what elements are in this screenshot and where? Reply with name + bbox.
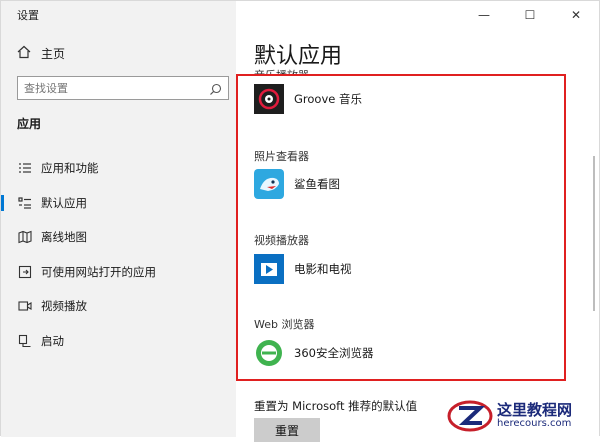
video-player-category: 视频播放器 <box>254 234 309 247</box>
sidebar-item-label: 默认应用 <box>41 195 87 210</box>
maximize-button[interactable]: ☐ <box>507 1 553 29</box>
music-player-category: 音乐播放器 <box>254 67 309 74</box>
home-label: 主页 <box>41 47 66 61</box>
apps-list-icon <box>17 160 33 176</box>
watermark-cn: 这里教程网 <box>497 400 573 419</box>
sidebar-item-video-playback[interactable]: 视频播放 <box>1 289 236 324</box>
movies-tv-icon <box>254 254 284 284</box>
shark-viewer-icon <box>254 169 284 199</box>
sidebar-item-apps-features[interactable]: 应用和功能 <box>1 151 236 186</box>
sidebar-item-default-apps[interactable]: 默认应用 <box>1 186 236 221</box>
sidebar-item-label: 离线地图 <box>41 230 87 245</box>
sidebar: 设置 主页 应用 应用和功能 <box>1 1 236 437</box>
music-default-app[interactable]: Groove 音乐 <box>254 84 362 114</box>
watermark-logo: 这里教程网 herecours.com <box>447 399 597 433</box>
groove-music-icon <box>254 84 284 114</box>
watermark-z-icon <box>447 400 493 432</box>
window-title: 设置 <box>17 9 39 22</box>
sidebar-item-open-with-website[interactable]: 可使用网站打开的应用 <box>1 255 236 290</box>
music-app-name: Groove 音乐 <box>294 92 362 106</box>
main-panel: — ☐ ✕ 默认应用 音乐播放器 Groove 音乐 照片查看器 鲨鱼看图 视频… <box>236 1 599 442</box>
watermark-en: herecours.com <box>497 417 572 429</box>
reset-button[interactable]: 重置 <box>254 418 320 442</box>
section-title: 应用 <box>17 117 42 131</box>
search-input[interactable] <box>18 78 204 99</box>
startup-icon <box>17 333 33 349</box>
sidebar-item-label: 应用和功能 <box>41 161 99 176</box>
video-default-app[interactable]: 电影和电视 <box>254 254 352 284</box>
highlight-box <box>236 74 566 381</box>
sidebar-item-label: 视频播放 <box>41 299 87 314</box>
home-link[interactable]: 主页 <box>17 45 65 62</box>
reset-description: 重置为 Microsoft 推荐的默认值 <box>254 399 418 413</box>
settings-window: 设置 主页 应用 应用和功能 <box>0 0 600 442</box>
sidebar-nav: 应用和功能 默认应用 离线地图 可使用网站打开的应用 视频播放 启动 <box>1 151 236 358</box>
open-with-site-icon <box>17 264 33 280</box>
scrollbar[interactable] <box>593 156 595 311</box>
page-title: 默认应用 <box>254 44 343 69</box>
search-icon[interactable] <box>209 81 222 100</box>
photo-app-name: 鲨鱼看图 <box>294 177 340 191</box>
video-app-name: 电影和电视 <box>294 262 352 276</box>
photo-default-app[interactable]: 鲨鱼看图 <box>254 169 340 199</box>
minimize-button[interactable]: — <box>461 1 507 29</box>
home-icon <box>17 45 31 62</box>
browser-app-name: 360安全浏览器 <box>294 346 374 360</box>
web-browser-category: Web 浏览器 <box>254 318 315 331</box>
sidebar-item-startup[interactable]: 启动 <box>1 324 236 359</box>
360-browser-icon <box>254 338 284 368</box>
close-button[interactable]: ✕ <box>553 1 599 29</box>
photo-viewer-category: 照片查看器 <box>254 150 309 163</box>
window-controls: — ☐ ✕ <box>461 1 599 29</box>
sidebar-item-label: 可使用网站打开的应用 <box>41 264 156 279</box>
watermark-text: 这里教程网 herecours.com <box>497 400 573 429</box>
offline-map-icon <box>17 229 33 245</box>
browser-default-app[interactable]: 360安全浏览器 <box>254 338 373 368</box>
default-apps-icon <box>17 195 33 211</box>
sidebar-item-label: 启动 <box>41 333 64 348</box>
search-box[interactable] <box>17 76 229 100</box>
video-playback-icon <box>17 298 33 314</box>
sidebar-item-offline-maps[interactable]: 离线地图 <box>1 220 236 255</box>
